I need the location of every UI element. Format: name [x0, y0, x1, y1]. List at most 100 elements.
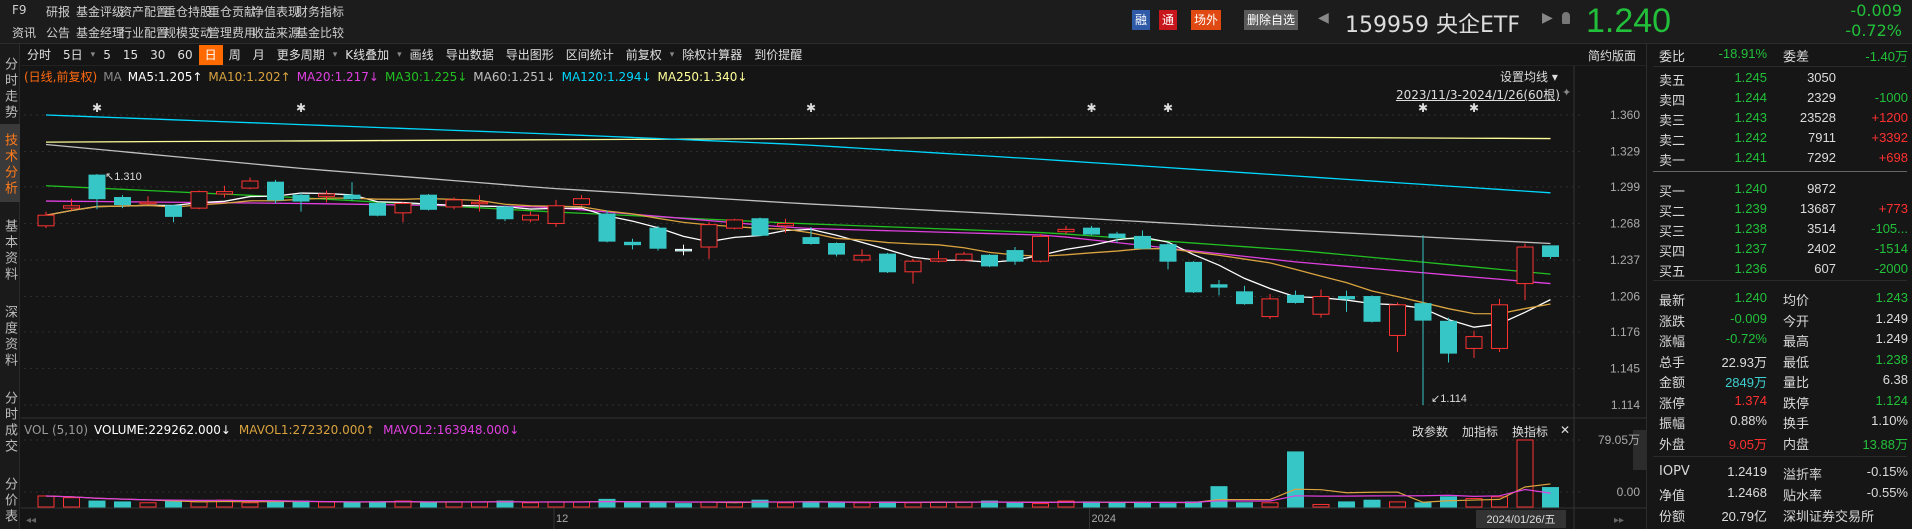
stat-value: 1.238 [1875, 351, 1908, 367]
candle [292, 192, 310, 212]
stat-label: 最高 [1783, 335, 1810, 350]
candle [369, 202, 386, 217]
candle-body [1440, 320, 1457, 354]
price-change-pct: -0.72% [1845, 21, 1902, 40]
stat-value: -0.72% [1725, 331, 1767, 346]
close-icon[interactable]: ✕ [1560, 423, 1570, 437]
vol-pane-button[interactable]: 加指标 [1462, 423, 1498, 440]
volume-bar [1389, 501, 1406, 508]
orderbook-change: +773 [1878, 201, 1908, 216]
candle [904, 258, 922, 284]
volume-bar [1261, 502, 1279, 508]
fund-label: 份额 [1659, 510, 1686, 525]
orderbook-volume: 2402 [1807, 241, 1836, 256]
orderbook-price[interactable]: 1.244 [1734, 90, 1767, 105]
candle [420, 193, 437, 211]
candle-body [1134, 235, 1151, 249]
orderbook-price[interactable]: 1.239 [1734, 201, 1767, 216]
orderbook-price[interactable]: 1.241 [1734, 150, 1767, 165]
candle-body [649, 227, 667, 249]
vol-pane-button[interactable]: 改参数 [1412, 423, 1448, 440]
candle [471, 195, 488, 212]
volume-bar [1032, 503, 1049, 508]
stat-label: 金额 [1659, 376, 1686, 391]
orderbook-price[interactable]: 1.236 [1734, 261, 1767, 276]
orderbook-change: +1200 [1871, 110, 1908, 125]
weicha-label: 委差 [1783, 50, 1810, 65]
scroll-left-icon[interactable]: ◂◂ [26, 515, 36, 526]
volume-bar [343, 502, 361, 508]
stat-value: 1.124 [1875, 392, 1908, 408]
candle [624, 238, 641, 250]
stat-label: 今开 [1783, 314, 1810, 330]
volume-bar [471, 501, 488, 508]
volume-bar [624, 502, 641, 508]
candle-body [751, 218, 769, 236]
candle-body [496, 206, 514, 220]
x-tick-label: 2024 [1092, 513, 1116, 525]
stat-value: 1.243 [1875, 290, 1908, 305]
candle-body [88, 174, 106, 200]
candle-body [1312, 296, 1330, 315]
event-star-icon: ✱ [1418, 101, 1428, 115]
candle [1159, 242, 1177, 270]
candle [1491, 298, 1508, 352]
fund-label: 溢折率 [1783, 468, 1823, 483]
orderbook-price[interactable]: 1.240 [1734, 181, 1767, 196]
y-tick-label: 1.268 [1610, 216, 1640, 230]
scroll-right-icon[interactable]: ▸▸ [1614, 515, 1624, 526]
divider [1653, 66, 1907, 67]
stat-label: 内盘 [1783, 437, 1810, 453]
candle-body [624, 241, 641, 246]
fund-label: 贴水率 [1783, 489, 1823, 504]
volume-bar [904, 502, 922, 508]
mavol10-line [45, 488, 1551, 503]
orderbook-change: +698 [1878, 150, 1908, 165]
candle-body [1006, 250, 1024, 262]
y-tick-label: 1.299 [1610, 180, 1640, 194]
ma250-line [45, 136, 1551, 143]
volume-bar [853, 502, 871, 508]
weibi-label: 委比 [1659, 50, 1686, 65]
stat-value: 9.05万 [1728, 436, 1767, 452]
stat-value: 1.249 [1875, 331, 1908, 346]
kline-chart[interactable]: 1.360 1.329 1.299 1.268 1.237 1.206 1.176 1.145… [0, 0, 1646, 529]
candle [955, 251, 973, 262]
event-star-icon: ✱ [92, 101, 102, 115]
candle [1440, 317, 1457, 363]
candle-body [981, 254, 998, 267]
candle [573, 195, 590, 206]
orderbook-price[interactable]: 1.237 [1734, 241, 1767, 256]
stat-label: 总手 [1659, 355, 1686, 371]
candle-body [343, 194, 361, 200]
volume-bar [1210, 486, 1228, 508]
orderbook-volume: 13687 [1799, 201, 1836, 216]
vol-title: VOL (5,10) [24, 423, 89, 437]
volume-bar [1491, 496, 1508, 508]
candle-body [675, 248, 692, 252]
weicha-value: -1.40万 [1865, 49, 1908, 64]
orderbook-price[interactable]: 1.243 [1734, 110, 1767, 125]
orderbook-label: 卖三 [1659, 114, 1686, 129]
divider [1653, 456, 1907, 457]
orderbook-price[interactable]: 1.242 [1734, 130, 1767, 145]
orderbook-change: -1000 [1874, 90, 1908, 105]
candle-body [1185, 261, 1202, 293]
candle [1032, 234, 1049, 263]
candle [343, 182, 361, 202]
vol-pane-button[interactable]: 换指标 [1512, 423, 1548, 440]
orderbook-change: -2000 [1874, 261, 1908, 276]
candle [1134, 230, 1151, 250]
candle [930, 250, 947, 263]
volume-bar [1006, 502, 1024, 508]
orderbook-volume: 7292 [1807, 150, 1836, 165]
candle-body [802, 237, 820, 244]
volume-bar [1287, 451, 1304, 508]
candle [879, 252, 896, 273]
orderbook-price[interactable]: 1.245 [1734, 70, 1767, 85]
stat-label: 跌停 [1783, 396, 1810, 412]
orderbook-price[interactable]: 1.238 [1734, 221, 1767, 236]
volume-bar [573, 501, 590, 508]
orderbook-label: 卖五 [1659, 74, 1686, 89]
volume-bar [63, 497, 80, 508]
